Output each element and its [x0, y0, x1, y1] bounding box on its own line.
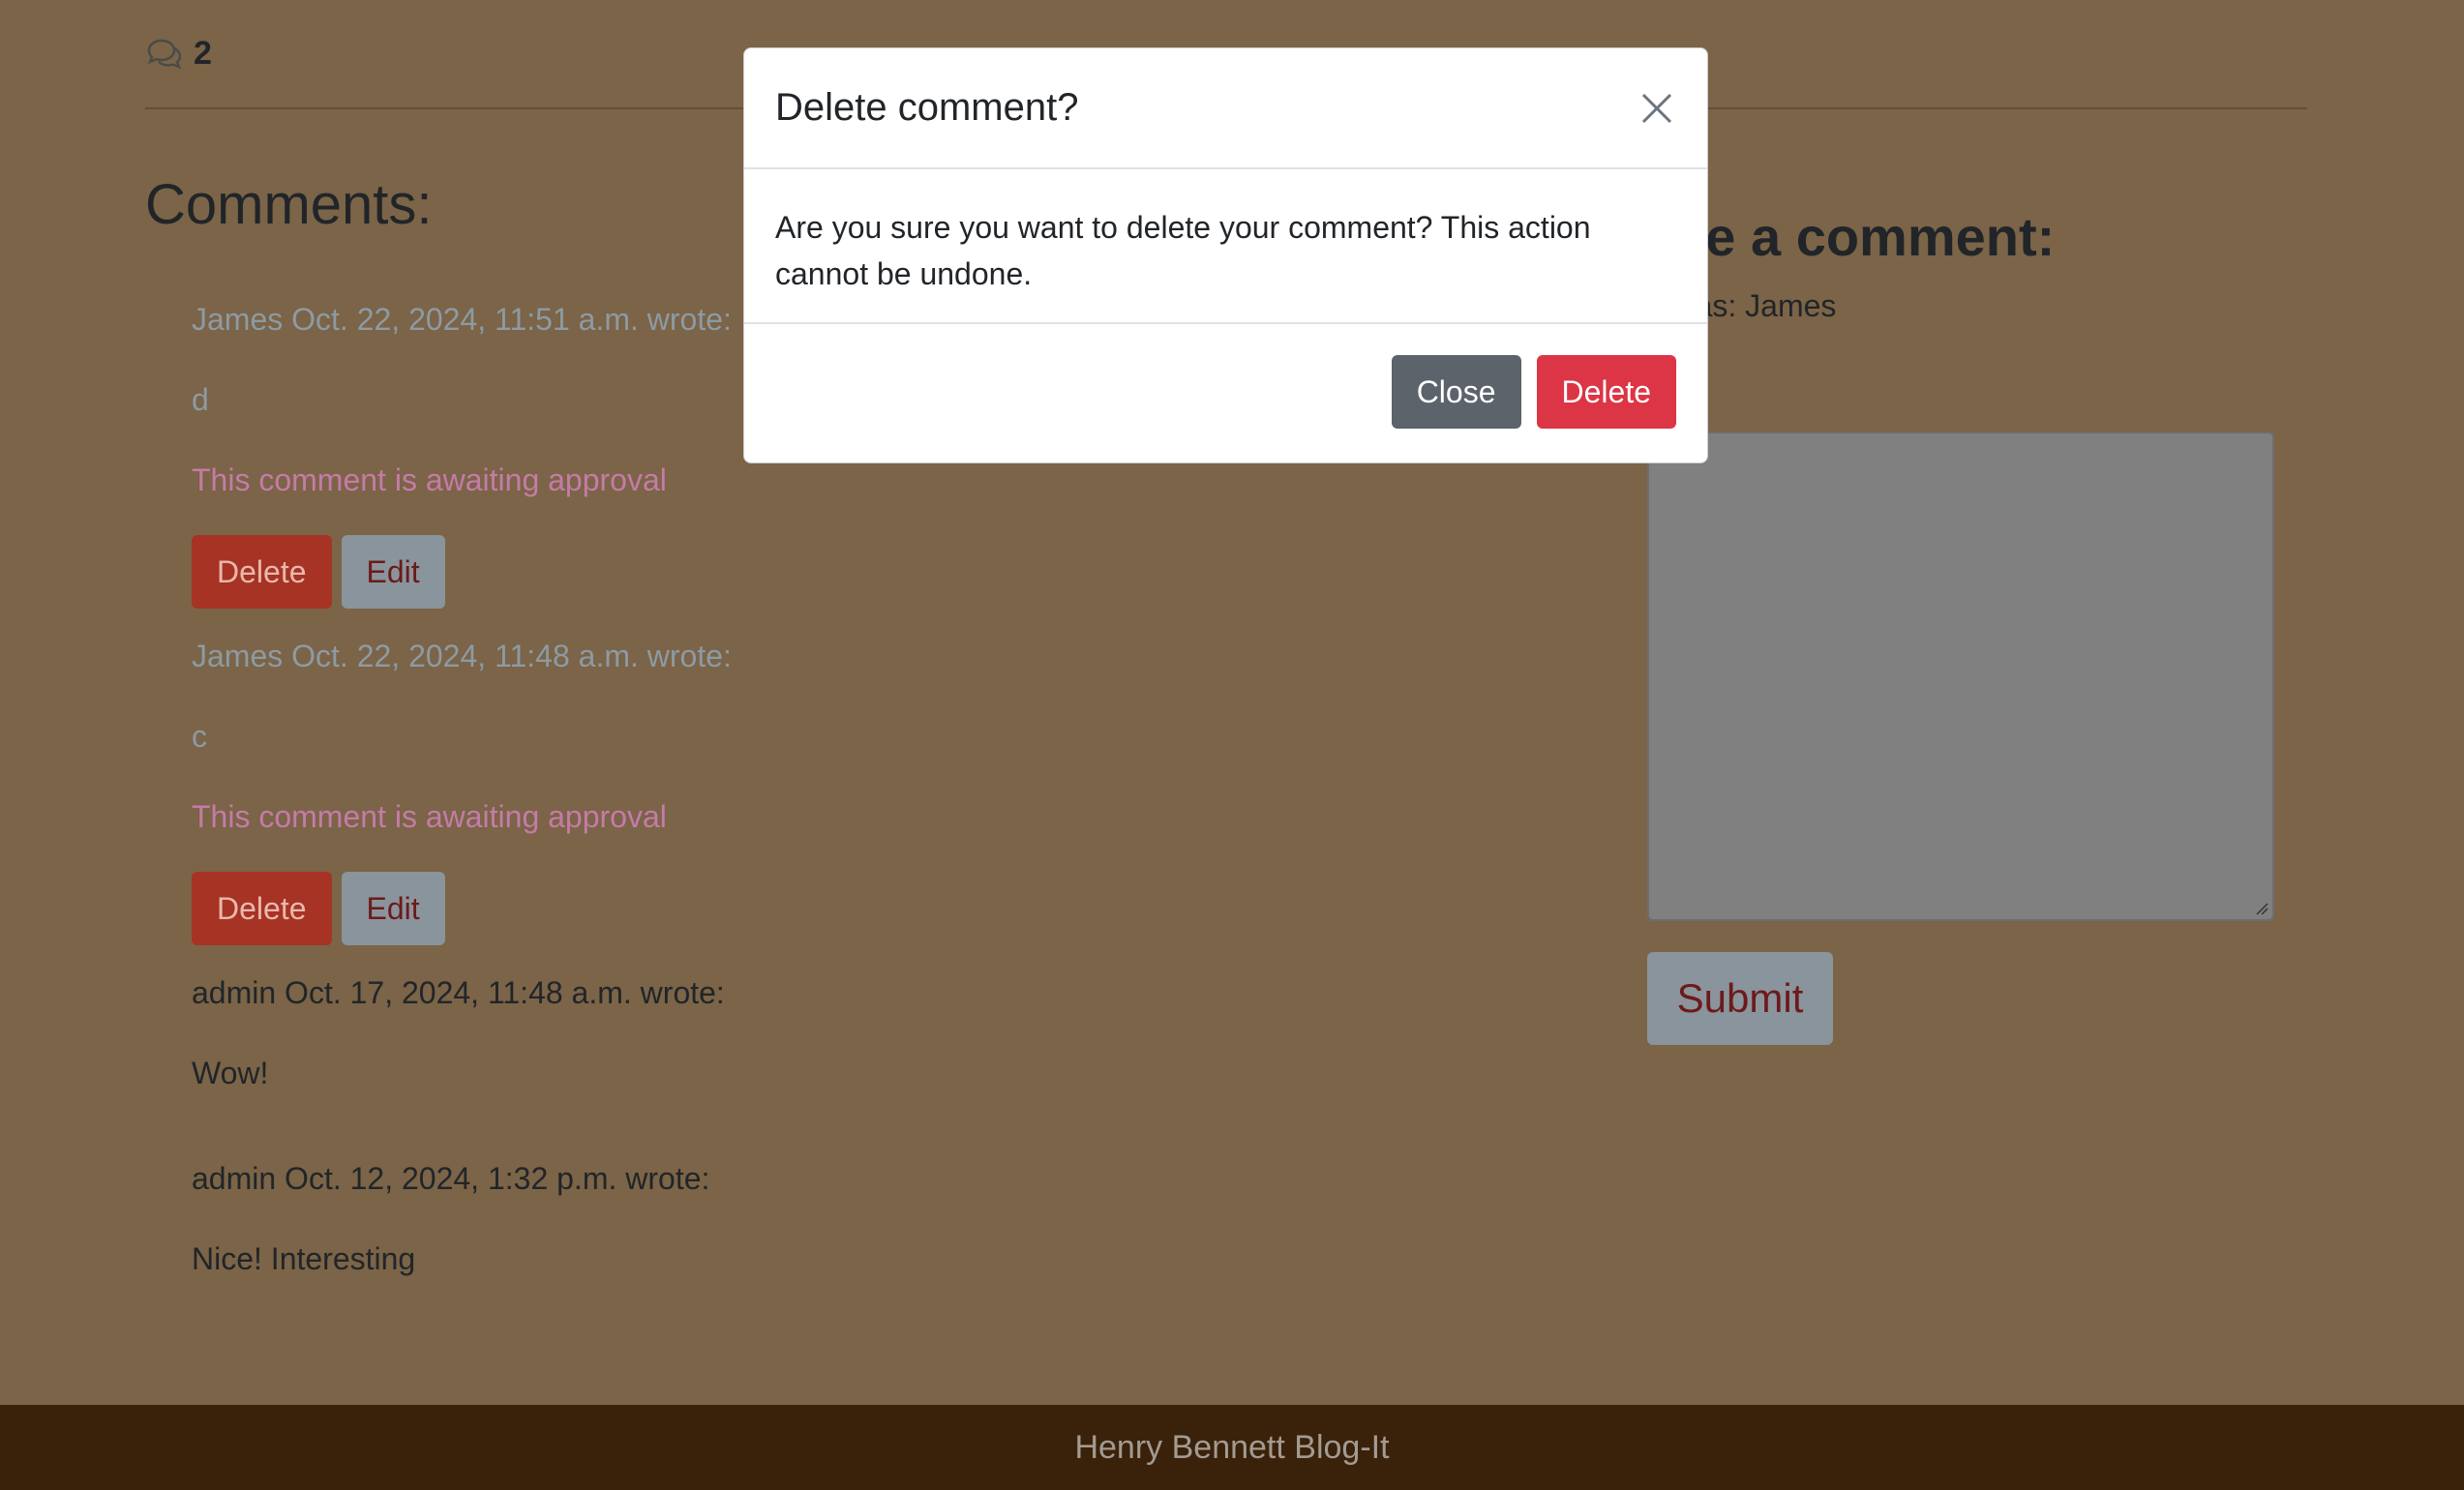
footer-text: Henry Bennett Blog-It — [1074, 1428, 1390, 1466]
edit-comment-button[interactable]: Edit — [341, 535, 445, 609]
comments-title: Comments: — [145, 173, 433, 236]
close-icon[interactable] — [1638, 89, 1676, 128]
delete-modal: Delete comment? Are you sure you want to… — [743, 47, 1708, 463]
comment-body: c — [192, 719, 207, 754]
close-button[interactable]: Close — [1391, 355, 1521, 429]
page: 2 Comments: James Oct. 22, 2024, 11:51 a… — [0, 0, 2464, 1490]
comment-author: admin Oct. 12, 2024, 1:32 p.m. wrote: — [192, 1161, 710, 1196]
comment-actions: Delete Edit — [192, 872, 1063, 945]
resize-handle-icon[interactable] — [2255, 902, 2269, 915]
comment-status: This comment is awaiting approval — [192, 799, 667, 834]
chat-bubbles-icon — [147, 39, 182, 69]
modal-footer: Close Delete — [744, 324, 1707, 460]
comment-body-textarea[interactable] — [1647, 432, 2274, 921]
modal-header: Delete comment? — [744, 48, 1707, 169]
submit-button[interactable]: Submit — [1647, 952, 1833, 1045]
comment-item: admin Oct. 12, 2024, 1:32 p.m. wrote: Ni… — [192, 1161, 1063, 1277]
comment-status: This comment is awaiting approval — [192, 462, 667, 497]
delete-comment-button[interactable]: Delete — [192, 535, 332, 609]
modal-title: Delete comment? — [775, 86, 1079, 129]
comment-body: Nice! Interesting — [192, 1241, 416, 1276]
footer: Henry Bennett Blog-It — [0, 1405, 2464, 1490]
comment-count: 2 — [145, 35, 212, 73]
comment-count-value: 2 — [194, 35, 212, 72]
confirm-delete-button[interactable]: Delete — [1536, 355, 1676, 429]
comment-item: admin Oct. 17, 2024, 11:48 a.m. wrote: W… — [192, 975, 1063, 1091]
delete-comment-button[interactable]: Delete — [192, 872, 332, 945]
comment-item: James Oct. 22, 2024, 11:48 a.m. wrote: c… — [192, 639, 1063, 945]
modal-body: Are you sure you want to delete your com… — [744, 169, 1707, 324]
edit-comment-button[interactable]: Edit — [341, 872, 445, 945]
comment-actions: Delete Edit — [192, 535, 1063, 609]
comment-body: Wow! — [192, 1056, 269, 1090]
comment-author: James Oct. 22, 2024, 11:48 a.m. wrote: — [192, 639, 732, 673]
comment-author: admin Oct. 17, 2024, 11:48 a.m. wrote: — [192, 975, 725, 1010]
